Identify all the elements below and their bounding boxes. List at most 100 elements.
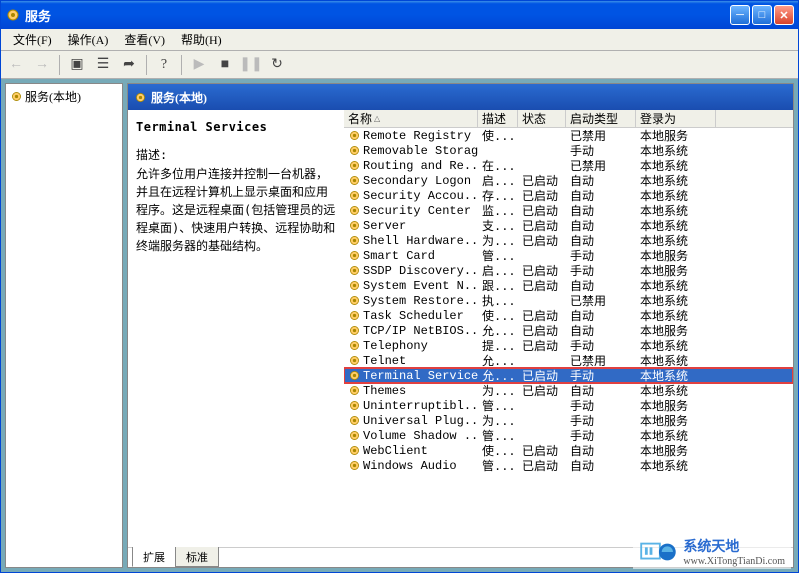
gear-icon (348, 279, 361, 292)
table-row[interactable]: System Restore...执...已禁用本地系统 (344, 293, 793, 308)
help-button[interactable]: ? (153, 54, 175, 76)
table-row[interactable]: Uninterruptibl...管...手动本地服务 (344, 398, 793, 413)
show-hide-tree-button[interactable]: ▣ (66, 54, 88, 76)
table-row[interactable]: Routing and Re...在...已禁用本地系统 (344, 158, 793, 173)
service-name: Secondary Logon (363, 174, 471, 188)
export-button[interactable]: ➦ (118, 54, 140, 76)
watermark-url: www.XiTongTianDi.com (683, 556, 785, 567)
main-header-title: 服务(本地) (151, 89, 207, 106)
col-startup[interactable]: 启动类型 (566, 110, 636, 127)
col-name[interactable]: 名称△ (344, 110, 478, 127)
table-row[interactable]: Task Scheduler使...已启动自动本地系统 (344, 308, 793, 323)
service-name: Windows Audio (363, 459, 457, 473)
gear-icon (348, 144, 361, 157)
col-status[interactable]: 状态 (518, 110, 566, 127)
maximize-button[interactable]: □ (752, 5, 772, 25)
pause-service-button[interactable]: ❚❚ (240, 54, 262, 76)
gear-icon (348, 309, 361, 322)
tree-item-label: 服务(本地) (25, 88, 81, 105)
service-name: System Event N... (363, 279, 478, 293)
properties-button[interactable]: ☰ (92, 54, 114, 76)
gear-icon (348, 429, 361, 442)
restart-service-button[interactable]: ↻ (266, 54, 288, 76)
table-row[interactable]: Removable Storage手动本地系统 (344, 143, 793, 158)
table-row[interactable]: Smart Card管...手动本地服务 (344, 248, 793, 263)
start-service-button[interactable]: ▶ (188, 54, 210, 76)
gear-icon (10, 90, 23, 103)
col-desc[interactable]: 描述 (478, 110, 518, 127)
table-row[interactable]: Windows Audio管...已启动自动本地系统 (344, 458, 793, 473)
col-logon[interactable]: 登录为 (636, 110, 716, 127)
table-row[interactable]: WebClient使...已启动自动本地服务 (344, 443, 793, 458)
menubar: 文件(F) 操作(A) 查看(V) 帮助(H) (1, 29, 798, 51)
menu-view[interactable]: 查看(V) (116, 29, 173, 50)
service-name: Security Accou... (363, 189, 478, 203)
table-row[interactable]: Secondary Logon启...已启动自动本地系统 (344, 173, 793, 188)
service-name: Themes (363, 384, 406, 398)
sort-asc-icon: △ (374, 114, 380, 123)
minimize-button[interactable]: ─ (730, 5, 750, 25)
table-row[interactable]: TCP/IP NetBIOS...允...已启动自动本地服务 (344, 323, 793, 338)
main-pane: 服务(本地) Terminal Services 描述: 允许多位用户连接并控制… (127, 83, 794, 568)
menu-help[interactable]: 帮助(H) (173, 29, 230, 50)
table-row[interactable]: SSDP Discovery...启...已启动手动本地服务 (344, 263, 793, 278)
titlebar[interactable]: 服务 ─ □ ✕ (1, 1, 798, 29)
table-row[interactable]: System Event N...跟...已启动自动本地系统 (344, 278, 793, 293)
gear-icon (348, 174, 361, 187)
table-row[interactable]: Terminal Services允...已启动手动本地系统 (344, 368, 793, 383)
service-name: Uninterruptibl... (363, 399, 478, 413)
table-row[interactable]: Remote Registry使...已禁用本地服务 (344, 128, 793, 143)
detail-desc-label: 描述: (136, 146, 336, 163)
service-name: TCP/IP NetBIOS... (363, 324, 478, 338)
service-status: 已启动 (518, 232, 566, 249)
watermark-logo-icon (639, 538, 677, 566)
gear-icon (348, 414, 361, 427)
stop-service-button[interactable]: ■ (214, 54, 236, 76)
gear-icon (348, 234, 361, 247)
forward-button[interactable]: → (31, 54, 53, 76)
menu-action[interactable]: 操作(A) (60, 29, 117, 50)
service-status: 已启动 (518, 457, 566, 474)
table-row[interactable]: Security Accou...存...已启动自动本地系统 (344, 188, 793, 203)
service-name: System Restore... (363, 294, 478, 308)
tree-item-services-local[interactable]: 服务(本地) (10, 88, 118, 105)
back-button[interactable]: ← (5, 54, 27, 76)
separator (146, 55, 147, 75)
gear-icon (348, 129, 361, 142)
service-name: Telephony (363, 339, 428, 353)
main-header: 服务(本地) (128, 84, 793, 110)
service-name: WebClient (363, 444, 428, 458)
service-name: Telnet (363, 354, 406, 368)
tree-pane[interactable]: 服务(本地) (5, 83, 123, 568)
table-row[interactable]: Themes为...已启动自动本地系统 (344, 383, 793, 398)
service-name: Routing and Re... (363, 159, 478, 173)
gear-icon (348, 399, 361, 412)
detail-desc: 允许多位用户连接并控制一台机器，并且在远程计算机上显示桌面和应用程序。这是远程桌… (136, 165, 336, 255)
detail-title: Terminal Services (136, 120, 336, 134)
gear-icon (348, 444, 361, 457)
service-name: Terminal Services (363, 369, 478, 383)
gear-icon (348, 459, 361, 472)
table-row[interactable]: Universal Plug...为...手动本地服务 (344, 413, 793, 428)
table-row[interactable]: Telnet允...已禁用本地系统 (344, 353, 793, 368)
service-name: Smart Card (363, 249, 435, 263)
service-list[interactable]: 名称△ 描述 状态 启动类型 登录为 Remote Registry使...已禁… (344, 110, 793, 547)
gear-icon (348, 159, 361, 172)
table-row[interactable]: Server支...已启动自动本地系统 (344, 218, 793, 233)
close-button[interactable]: ✕ (774, 5, 794, 25)
table-row[interactable]: Volume Shadow ...管...手动本地系统 (344, 428, 793, 443)
table-row[interactable]: Telephony提...已启动手动本地系统 (344, 338, 793, 353)
service-desc: 管... (478, 457, 518, 474)
service-desc: 使... (478, 128, 518, 144)
service-status: 已启动 (518, 337, 566, 354)
service-name: Shell Hardware... (363, 234, 478, 248)
table-row[interactable]: Security Center监...已启动自动本地系统 (344, 203, 793, 218)
list-rows[interactable]: Remote Registry使...已禁用本地服务Removable Stor… (344, 128, 793, 547)
tab-standard[interactable]: 标准 (175, 547, 219, 567)
gear-icon (348, 249, 361, 262)
table-row[interactable]: Shell Hardware...为...已启动自动本地系统 (344, 233, 793, 248)
menu-file[interactable]: 文件(F) (5, 29, 60, 50)
service-name: Removable Storage (363, 144, 478, 158)
tab-extended[interactable]: 扩展 (132, 547, 176, 567)
service-name: Server (363, 219, 406, 233)
